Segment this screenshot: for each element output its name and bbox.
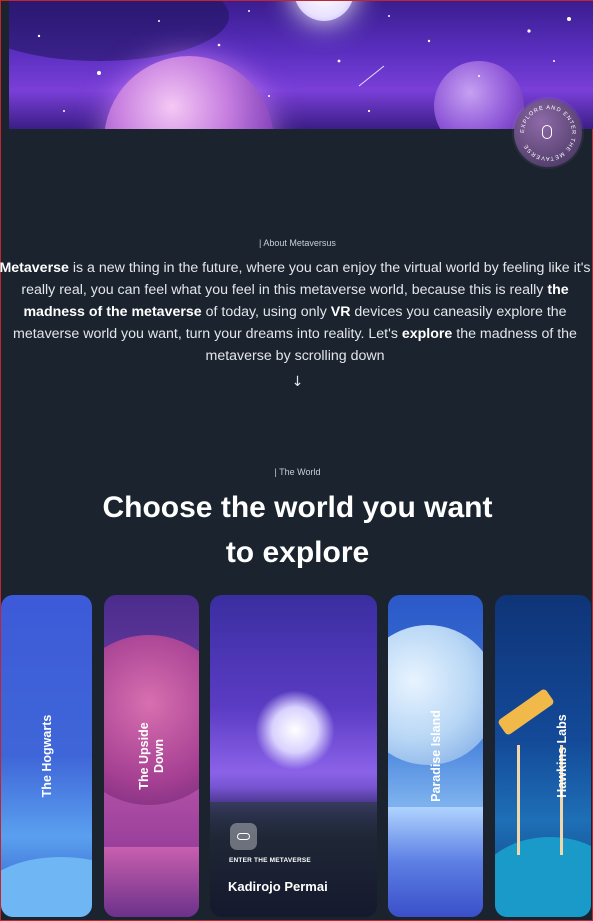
hero-banner	[9, 1, 593, 129]
mouse-icon	[542, 125, 552, 139]
world-card-paradise-island[interactable]: Paradise Island	[388, 595, 483, 917]
enter-metaverse-label: ENTER THE METAVERSE	[229, 857, 311, 864]
world-card-hogwarts[interactable]: The Hogwarts	[1, 595, 92, 917]
world-card-title: Kadirojo Permai	[228, 879, 328, 894]
vr-headset-icon[interactable]	[230, 823, 257, 850]
about-tag: | About Metaversus	[259, 238, 336, 248]
telescope-icon	[497, 687, 555, 737]
world-tag: | The World	[274, 467, 321, 477]
world-card-label: Paradise Island	[428, 710, 443, 802]
world-card-label: The Hogwarts	[39, 714, 54, 798]
hero-stars	[37, 10, 571, 113]
world-card-hawkins-labs[interactable]: Hawkins Labs	[495, 595, 591, 917]
world-card-label: Hawkins Labs	[555, 714, 570, 798]
world-card-label: The Upside Down	[136, 722, 166, 790]
world-title: Choose the world you want to explore	[102, 491, 493, 569]
world-card-kadirojo-permai[interactable]: ENTER THE METAVERSE Kadirojo Permai	[210, 595, 377, 917]
about-paragraph: Metaverse is a new thing in the future, …	[0, 260, 591, 364]
explore-badge[interactable]: EXPLORE AND ENTER THE METAVERSE	[514, 99, 582, 167]
arrow-down-icon[interactable]: ↓	[1, 374, 593, 390]
world-card-upside-down[interactable]: The Upside Down	[104, 595, 199, 917]
